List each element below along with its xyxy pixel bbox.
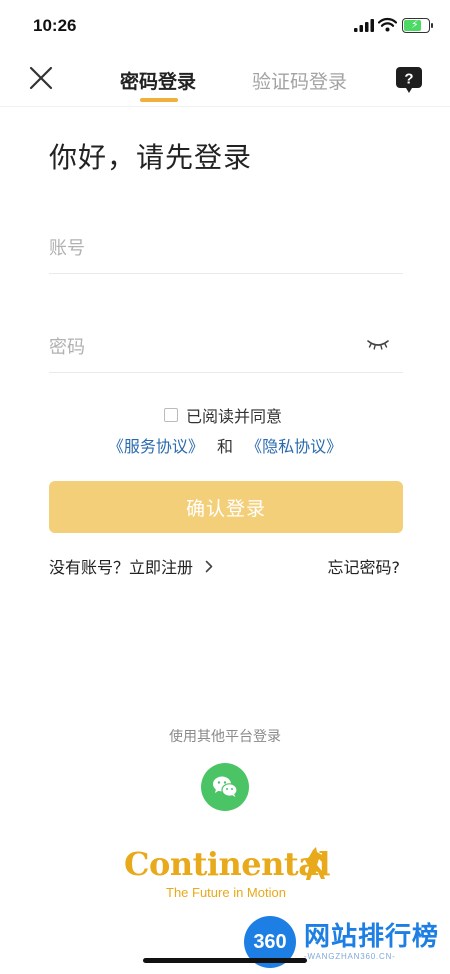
- password-field-wrapper: [49, 323, 403, 373]
- register-link[interactable]: 没有账号？立即注册: [49, 554, 213, 578]
- privacy-agreement-link[interactable]: 《隐私协议》: [246, 437, 342, 456]
- cellular-signal-icon: [354, 19, 374, 32]
- forgot-password-link[interactable]: 忘记密码?: [328, 554, 401, 578]
- home-indicator[interactable]: [143, 958, 307, 963]
- agreement-label: 已阅读并同意: [186, 407, 283, 426]
- close-icon[interactable]: [27, 64, 55, 92]
- password-input[interactable]: [49, 323, 403, 372]
- status-time: 10:26: [33, 16, 77, 35]
- horse-logo-icon: [305, 847, 327, 880]
- eye-closed-icon[interactable]: [367, 339, 389, 351]
- svg-text:?: ?: [404, 71, 413, 88]
- agreement-links: 《服务协议》 和 《隐私协议》: [0, 433, 450, 457]
- continental-logo: Continental The Future in Motion: [122, 845, 332, 903]
- account-input[interactable]: [49, 224, 403, 273]
- help-icon[interactable]: ?: [395, 66, 423, 94]
- login-screen: 10:26 ⚡ 密码登录 验证码登录 ? 你好，请先登录 账号 已阅读并同意 《…: [0, 0, 450, 974]
- agreement-checkbox[interactable]: [164, 408, 178, 422]
- brand-tagline: The Future in Motion: [166, 885, 286, 900]
- agreement-row: 已阅读并同意: [164, 404, 282, 426]
- service-agreement-link[interactable]: 《服务协议》: [108, 437, 204, 456]
- watermark-name: 网站排行榜: [304, 922, 440, 952]
- active-tab-indicator: [140, 98, 178, 102]
- wechat-login-button[interactable]: [201, 763, 249, 811]
- tab-password-login[interactable]: 密码登录: [120, 67, 196, 94]
- other-login-label: 使用其他平台登录: [169, 729, 281, 745]
- and-text: 和: [216, 437, 233, 456]
- wechat-icon: [213, 776, 238, 797]
- tab-code-login[interactable]: 验证码登录: [252, 67, 347, 94]
- watermark-domain: -WANGZHAN360.CN-: [304, 952, 396, 961]
- register-link-label: 没有账号？立即注册: [49, 558, 194, 577]
- confirm-login-button[interactable]: 确认登录: [49, 481, 403, 533]
- battery-charging-icon: ⚡: [402, 18, 433, 33]
- chevron-right-icon: [205, 560, 213, 572]
- account-field-wrapper: [49, 224, 403, 274]
- page-title: 你好，请先登录: [49, 141, 253, 174]
- nav-divider: [0, 106, 450, 107]
- status-bar: 10:26 ⚡: [0, 0, 450, 52]
- wifi-icon: [378, 17, 397, 32]
